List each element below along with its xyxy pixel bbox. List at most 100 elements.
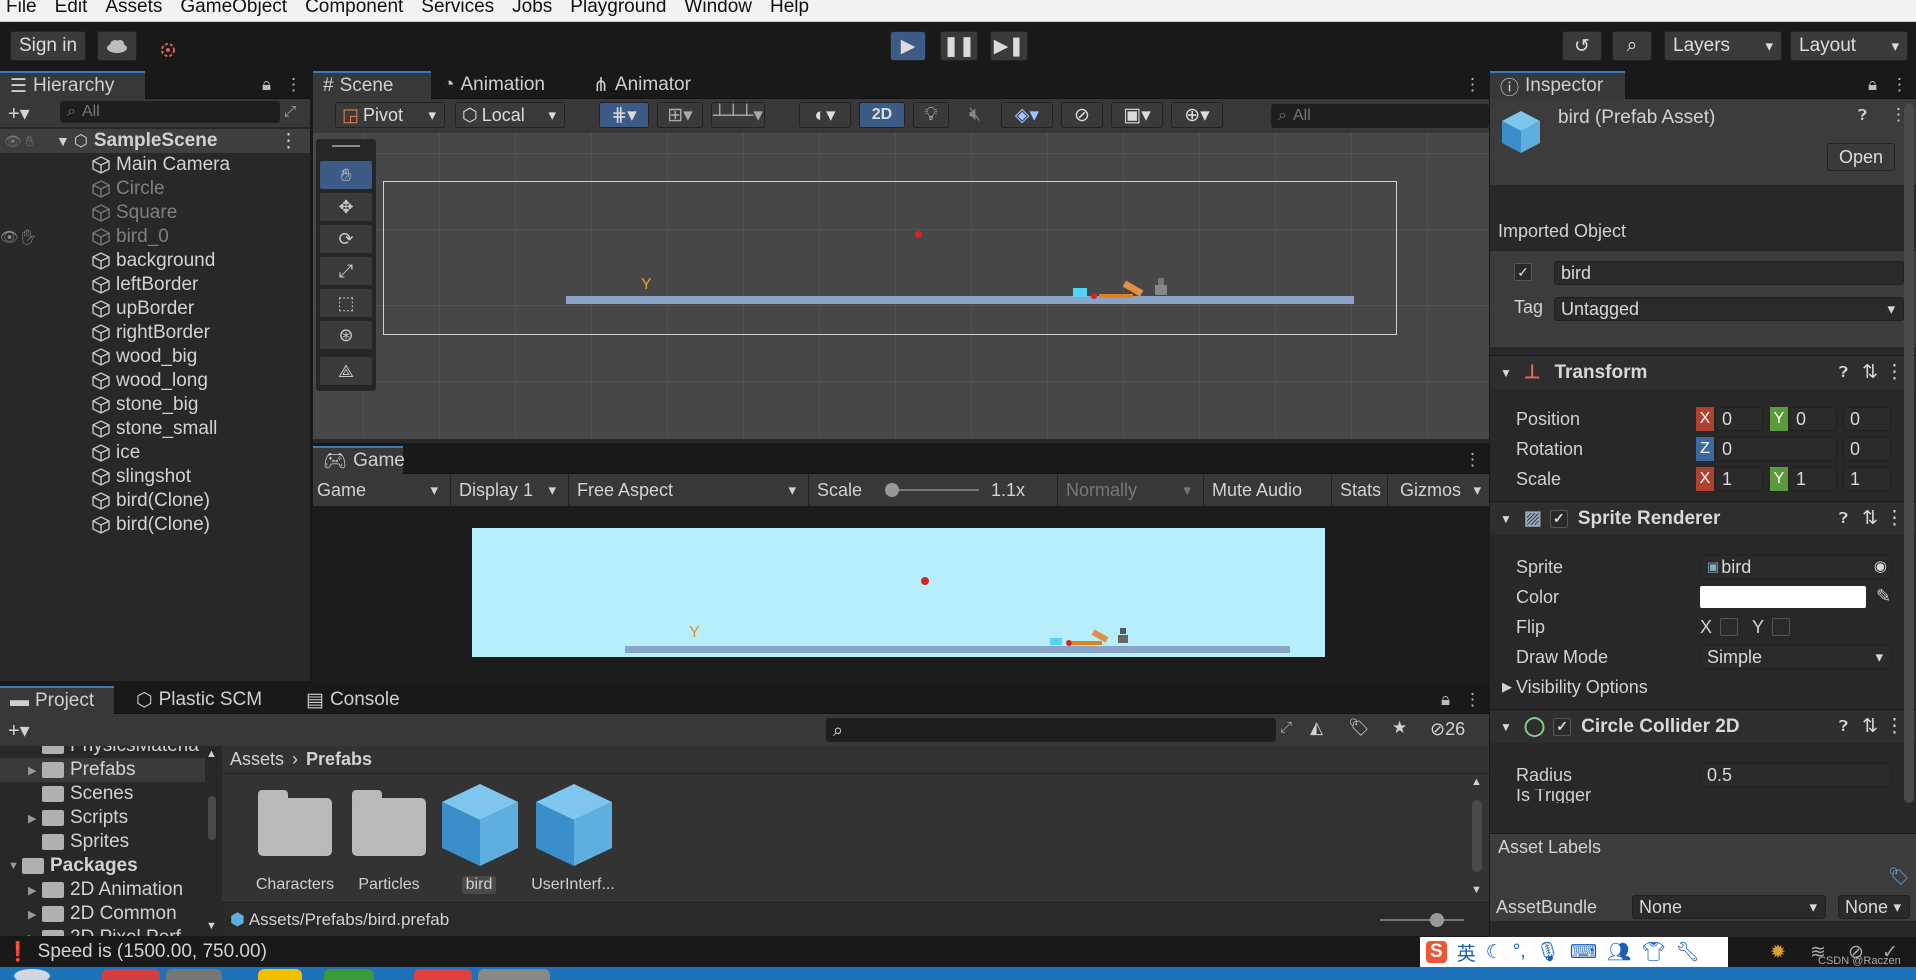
tab-animation[interactable]: ◔ Animation: [433, 71, 555, 99]
hierarchy-item[interactable]: upBorder: [0, 297, 310, 321]
menu-assets[interactable]: Assets: [105, 0, 162, 16]
tab-scene[interactable]: # Scene: [313, 71, 431, 99]
tree-expand-arrow-icon[interactable]: ▶: [28, 812, 42, 825]
radius-field[interactable]: 0.5: [1700, 763, 1892, 787]
inspector-scrollbar[interactable]: [1904, 101, 1914, 835]
scroll-up-icon[interactable]: ▲: [1471, 776, 1482, 788]
menu-gameobject[interactable]: GameObject: [180, 0, 287, 16]
tab-hierarchy[interactable]: ☰ Hierarchy: [0, 71, 145, 99]
filter-label-icon[interactable]: 🏷︎: [1348, 718, 1370, 738]
users-icon[interactable]: 👥︎: [1607, 940, 1631, 964]
expand-window-icon[interactable]: ⤢: [1280, 719, 1292, 736]
tree-expand-arrow-icon[interactable]: ▶: [28, 932, 42, 937]
hierarchy-search-input[interactable]: ⌕ All: [60, 101, 280, 123]
mute-audio-toggle[interactable]: Mute Audio: [1203, 474, 1327, 506]
scale-slider-thumb[interactable]: [884, 483, 899, 497]
taskbar-app-icon[interactable]: [258, 969, 302, 980]
move-tool[interactable]: ✥: [320, 193, 372, 221]
search-button[interactable]: ⌕: [1612, 31, 1652, 61]
object-name-field[interactable]: bird: [1554, 261, 1904, 285]
foldout-arrow-icon[interactable]: ▼: [1500, 720, 1512, 734]
scale-slider-track[interactable]: [884, 483, 979, 497]
breadcrumb-assets[interactable]: Assets: [230, 749, 284, 770]
hierarchy-item[interactable]: bird_0: [0, 225, 310, 249]
visibility-options-row[interactable]: ▶ Visibility Options: [1490, 673, 1916, 701]
hidden-visibility-icon[interactable]: 👁︎✋︎: [0, 228, 38, 246]
display-dropdown[interactable]: Display 1: [450, 474, 564, 506]
tab-animator[interactable]: ⋔ Animator: [583, 71, 701, 99]
tab-project[interactable]: ▬ Project: [0, 686, 114, 714]
preset-icon[interactable]: ⇅: [1862, 507, 1878, 530]
gizmos-dropdown[interactable]: Gizmos: [1387, 474, 1489, 506]
rect-tool[interactable]: ⬚: [320, 289, 372, 317]
hand-tool[interactable]: ✋︎: [320, 161, 372, 189]
project-tree-item[interactable]: PhysicsMateria: [0, 746, 205, 758]
hierarchy-item[interactable]: wood_long: [0, 369, 310, 393]
kebab-menu-icon[interactable]: ⋮: [1464, 690, 1481, 710]
keyboard-icon[interactable]: ⌨: [1570, 941, 1597, 964]
kebab-menu-icon[interactable]: ⋮: [1464, 75, 1481, 95]
sign-in-button[interactable]: Sign in: [10, 31, 86, 61]
taskbar-app-icon[interactable]: [166, 969, 222, 980]
rotate-tool[interactable]: ⟳: [320, 225, 372, 253]
hierarchy-item[interactable]: slingshot: [0, 465, 310, 489]
menu-help[interactable]: Help: [770, 0, 809, 16]
hierarchy-scene-row[interactable]: 👁︎ ✋︎ ▼ ⬡ SampleScene ⋮: [0, 129, 310, 153]
open-button[interactable]: Open: [1827, 143, 1895, 171]
filter-type-icon[interactable]: ◭: [1310, 718, 1323, 738]
sprite-renderer-enabled-checkbox[interactable]: ✓: [1549, 509, 1568, 528]
position-x-field[interactable]: 0: [1715, 407, 1763, 431]
tab-console[interactable]: ▤ Console: [296, 686, 410, 714]
shading-mode-button[interactable]: ◐▾: [799, 102, 851, 128]
position-z-field[interactable]: 0: [1843, 407, 1891, 431]
kebab-menu-icon[interactable]: ⋮: [285, 75, 302, 95]
local-dropdown[interactable]: ⬡ Local: [455, 102, 565, 128]
status-message[interactable]: Speed is (1500.00, 750.00): [38, 941, 267, 963]
hierarchy-item[interactable]: stone_big: [0, 393, 310, 417]
audio-button[interactable]: 🔇︎: [957, 102, 993, 128]
shirt-icon[interactable]: 👕︎: [1641, 940, 1665, 964]
moon-icon[interactable]: ☾: [1486, 941, 1503, 964]
tree-expand-arrow-icon[interactable]: ▶: [28, 764, 42, 777]
add-icon[interactable]: +▾: [8, 718, 30, 743]
kebab-menu-icon[interactable]: ⋮: [1885, 361, 1904, 384]
hidden-objects-button[interactable]: ⊘: [1061, 102, 1103, 128]
project-tree-item[interactable]: Sprites: [0, 830, 205, 854]
punctuation-icon[interactable]: °,: [1513, 941, 1526, 963]
flip-y-checkbox[interactable]: [1772, 618, 1790, 636]
tree-expand-arrow-icon[interactable]: ▶: [28, 884, 42, 897]
stats-toggle[interactable]: Stats: [1331, 474, 1391, 506]
tag-dropdown[interactable]: Untagged: [1554, 297, 1904, 321]
project-search-input[interactable]: ⌕: [826, 718, 1276, 742]
custom-tool[interactable]: ⟁: [320, 357, 372, 385]
scene-search-input[interactable]: ⌕ All: [1271, 104, 1489, 128]
lock-icon[interactable]: 🔒︎: [1441, 690, 1450, 710]
scene-viewport[interactable]: Y: [313, 133, 1489, 439]
taskbar-app-icon[interactable]: [324, 969, 374, 980]
drag-handle[interactable]: [332, 145, 360, 147]
hierarchy-item[interactable]: bird(Clone): [0, 513, 310, 537]
preset-icon[interactable]: ⇅: [1862, 361, 1878, 384]
hierarchy-item[interactable]: background: [0, 249, 310, 273]
taskbar-app-icon[interactable]: [478, 969, 550, 980]
object-picker-icon[interactable]: ◉: [1874, 557, 1887, 575]
asset-bundle-dropdown[interactable]: None: [1632, 895, 1826, 919]
start-button-icon[interactable]: [14, 969, 50, 980]
sogou-logo-icon[interactable]: S: [1426, 941, 1447, 963]
flip-x-checkbox[interactable]: [1720, 618, 1738, 636]
project-tree-item[interactable]: ▶ 2D Animation: [0, 878, 205, 902]
menu-playground[interactable]: Playground: [570, 0, 666, 16]
help-icon[interactable]: ❓︎: [1839, 364, 1848, 381]
collab-icon[interactable]: [156, 38, 180, 62]
active-checkbox[interactable]: ✓: [1514, 263, 1532, 281]
scroll-up-icon[interactable]: ▲: [206, 748, 217, 760]
hierarchy-item[interactable]: ice: [0, 441, 310, 465]
project-tree-item[interactable]: ▶ Prefabs: [0, 758, 205, 782]
layers-dropdown[interactable]: Layers: [1664, 31, 1782, 61]
camera-button[interactable]: ▣▾: [1111, 102, 1163, 128]
project-content-scroll-thumb[interactable]: [1472, 800, 1482, 872]
history-button[interactable]: ↺: [1562, 31, 1602, 61]
tab-plastic-scm[interactable]: ⬡ Plastic SCM: [126, 686, 272, 714]
pause-button[interactable]: ❚❚: [940, 31, 978, 61]
game-viewport[interactable]: Y: [472, 528, 1325, 657]
